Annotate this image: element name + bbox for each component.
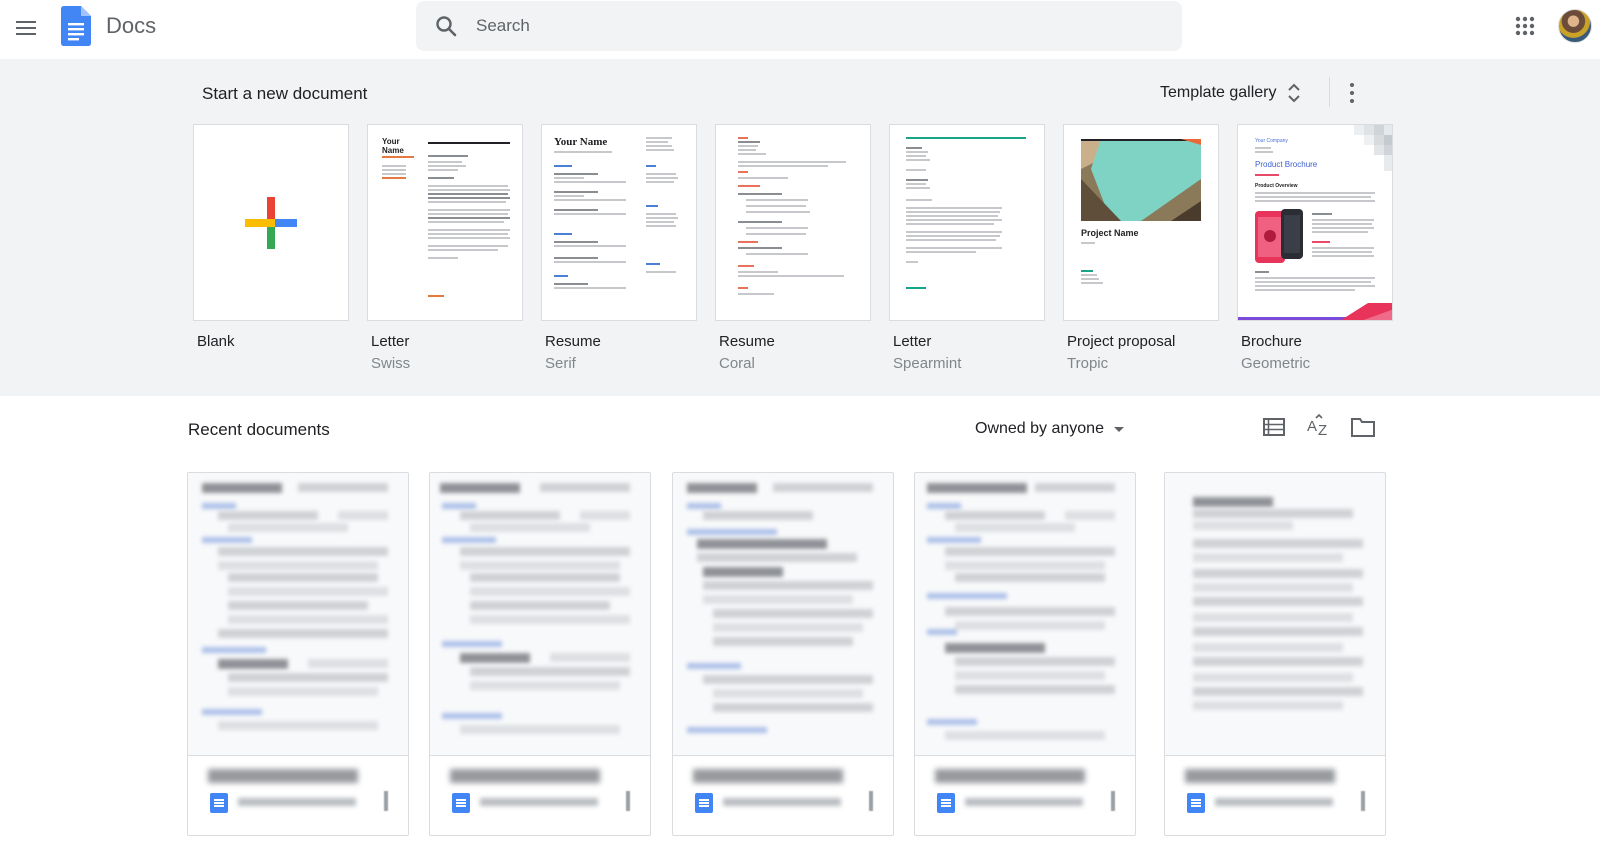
template-subtitle: Spearmint [893, 355, 962, 372]
template-name: Resume [719, 333, 775, 350]
docs-file-icon [1187, 793, 1205, 813]
recent-document-card[interactable] [1164, 472, 1386, 836]
apps-grid-icon[interactable] [1513, 14, 1537, 38]
docs-file-icon [937, 793, 955, 813]
template-brochure-geometric[interactable]: Your Company Product Brochure Product Ov… [1237, 124, 1393, 372]
template-project-proposal-tropic[interactable]: Project Name Project proposal Tropic [1063, 124, 1219, 372]
template-resume-serif[interactable]: Your Name Resume Serif [541, 124, 697, 372]
sort-az-icon[interactable]: A Z [1306, 414, 1332, 440]
app-title[interactable]: Docs [106, 13, 156, 39]
svg-text:Z: Z [1318, 422, 1327, 439]
geometric-footer-art [1238, 303, 1392, 320]
more-vert-icon[interactable] [384, 791, 388, 811]
template-name: Resume [545, 333, 601, 350]
template-name: Blank [197, 333, 235, 350]
document-title [1185, 769, 1335, 783]
search-input[interactable] [476, 1, 1156, 51]
list-view-icon[interactable] [1261, 414, 1287, 440]
docs-file-icon [210, 793, 228, 813]
template-subtitle: Swiss [371, 355, 411, 372]
document-preview[interactable] [430, 473, 650, 756]
template-thumbnail[interactable]: Project Name [1063, 124, 1219, 321]
account-avatar[interactable] [1558, 9, 1592, 43]
thumb-name-text: Your Name [382, 137, 404, 155]
search-bar[interactable] [416, 1, 1182, 51]
main-menu-icon[interactable] [12, 14, 40, 42]
docs-logo-icon[interactable] [61, 6, 91, 46]
recent-document-card[interactable] [187, 472, 409, 836]
recent-document-card[interactable] [914, 472, 1136, 836]
search-icon[interactable] [434, 14, 458, 38]
document-preview[interactable] [915, 473, 1135, 756]
template-resume-coral[interactable]: Resume Coral [715, 124, 871, 372]
template-letter-swiss[interactable]: Your Name Letter Swiss [367, 124, 523, 372]
docs-file-icon [695, 793, 713, 813]
template-thumbnail[interactable] [889, 124, 1045, 321]
folder-icon[interactable] [1350, 414, 1376, 440]
toolbar-divider [1329, 77, 1330, 107]
more-vert-icon[interactable] [1361, 791, 1365, 811]
document-title [935, 769, 1085, 783]
template-name: Letter [371, 333, 410, 350]
plus-icon [245, 197, 297, 249]
template-thumbnail[interactable]: Your Name [541, 124, 697, 321]
unfold-icon [1287, 83, 1300, 103]
thumb-brochure-title: Product Brochure [1255, 160, 1318, 169]
document-meta [723, 798, 841, 806]
template-gallery-label: Template gallery [1160, 84, 1277, 101]
template-name: Project proposal [1067, 333, 1176, 350]
document-meta [238, 798, 356, 806]
thumb-project-title: Project Name [1081, 228, 1139, 238]
tropic-cover-art [1081, 139, 1201, 221]
template-gallery-button[interactable]: Template gallery [1160, 77, 1301, 109]
document-preview[interactable] [188, 473, 408, 756]
owner-filter-label: Owned by anyone [975, 420, 1104, 437]
template-thumbnail[interactable]: Your Company Product Brochure Product Ov… [1237, 124, 1393, 321]
document-preview[interactable] [1165, 473, 1385, 756]
more-vert-icon[interactable] [626, 791, 630, 811]
document-meta [480, 798, 598, 806]
template-blank[interactable]: Blank [193, 124, 349, 350]
recent-document-card[interactable] [429, 472, 651, 836]
template-letter-spearmint[interactable]: Letter Spearmint [889, 124, 1045, 372]
dropdown-caret-icon [1113, 426, 1124, 432]
template-subtitle: Tropic [1067, 355, 1109, 372]
owner-filter-dropdown[interactable]: Owned by anyone [975, 417, 1124, 441]
more-vert-icon[interactable] [1342, 79, 1362, 107]
start-new-document-heading: Start a new document [202, 84, 368, 103]
template-thumbnail[interactable] [715, 124, 871, 321]
template-subtitle: Coral [719, 355, 755, 372]
more-vert-icon[interactable] [1111, 791, 1115, 811]
template-thumbnail[interactable]: Your Name [367, 124, 523, 321]
more-vert-icon[interactable] [869, 791, 873, 811]
app-header: Docs [0, 0, 1600, 59]
thumb-company-text: Your Company [1255, 138, 1288, 144]
docs-file-icon [452, 793, 470, 813]
template-name: Letter [893, 333, 932, 350]
template-name: Brochure [1241, 333, 1302, 350]
template-subtitle: Geometric [1241, 355, 1311, 372]
document-title [450, 769, 600, 783]
document-title [693, 769, 843, 783]
template-section: Start a new document Template gallery Bl… [0, 59, 1600, 396]
svg-text:A: A [1307, 418, 1317, 435]
template-thumbnail[interactable] [193, 124, 349, 321]
recent-documents-heading: Recent documents [188, 420, 330, 439]
thumb-section-text: Product Overview [1255, 183, 1298, 189]
document-meta [965, 798, 1083, 806]
document-preview[interactable] [673, 473, 893, 756]
recent-document-card[interactable] [672, 472, 894, 836]
geometric-corner-art [1354, 125, 1392, 171]
phone-product-image [1255, 209, 1303, 263]
document-meta [1215, 798, 1333, 806]
thumb-name-text: Your Name [554, 136, 608, 148]
template-subtitle: Serif [545, 355, 576, 372]
document-title [208, 769, 358, 783]
